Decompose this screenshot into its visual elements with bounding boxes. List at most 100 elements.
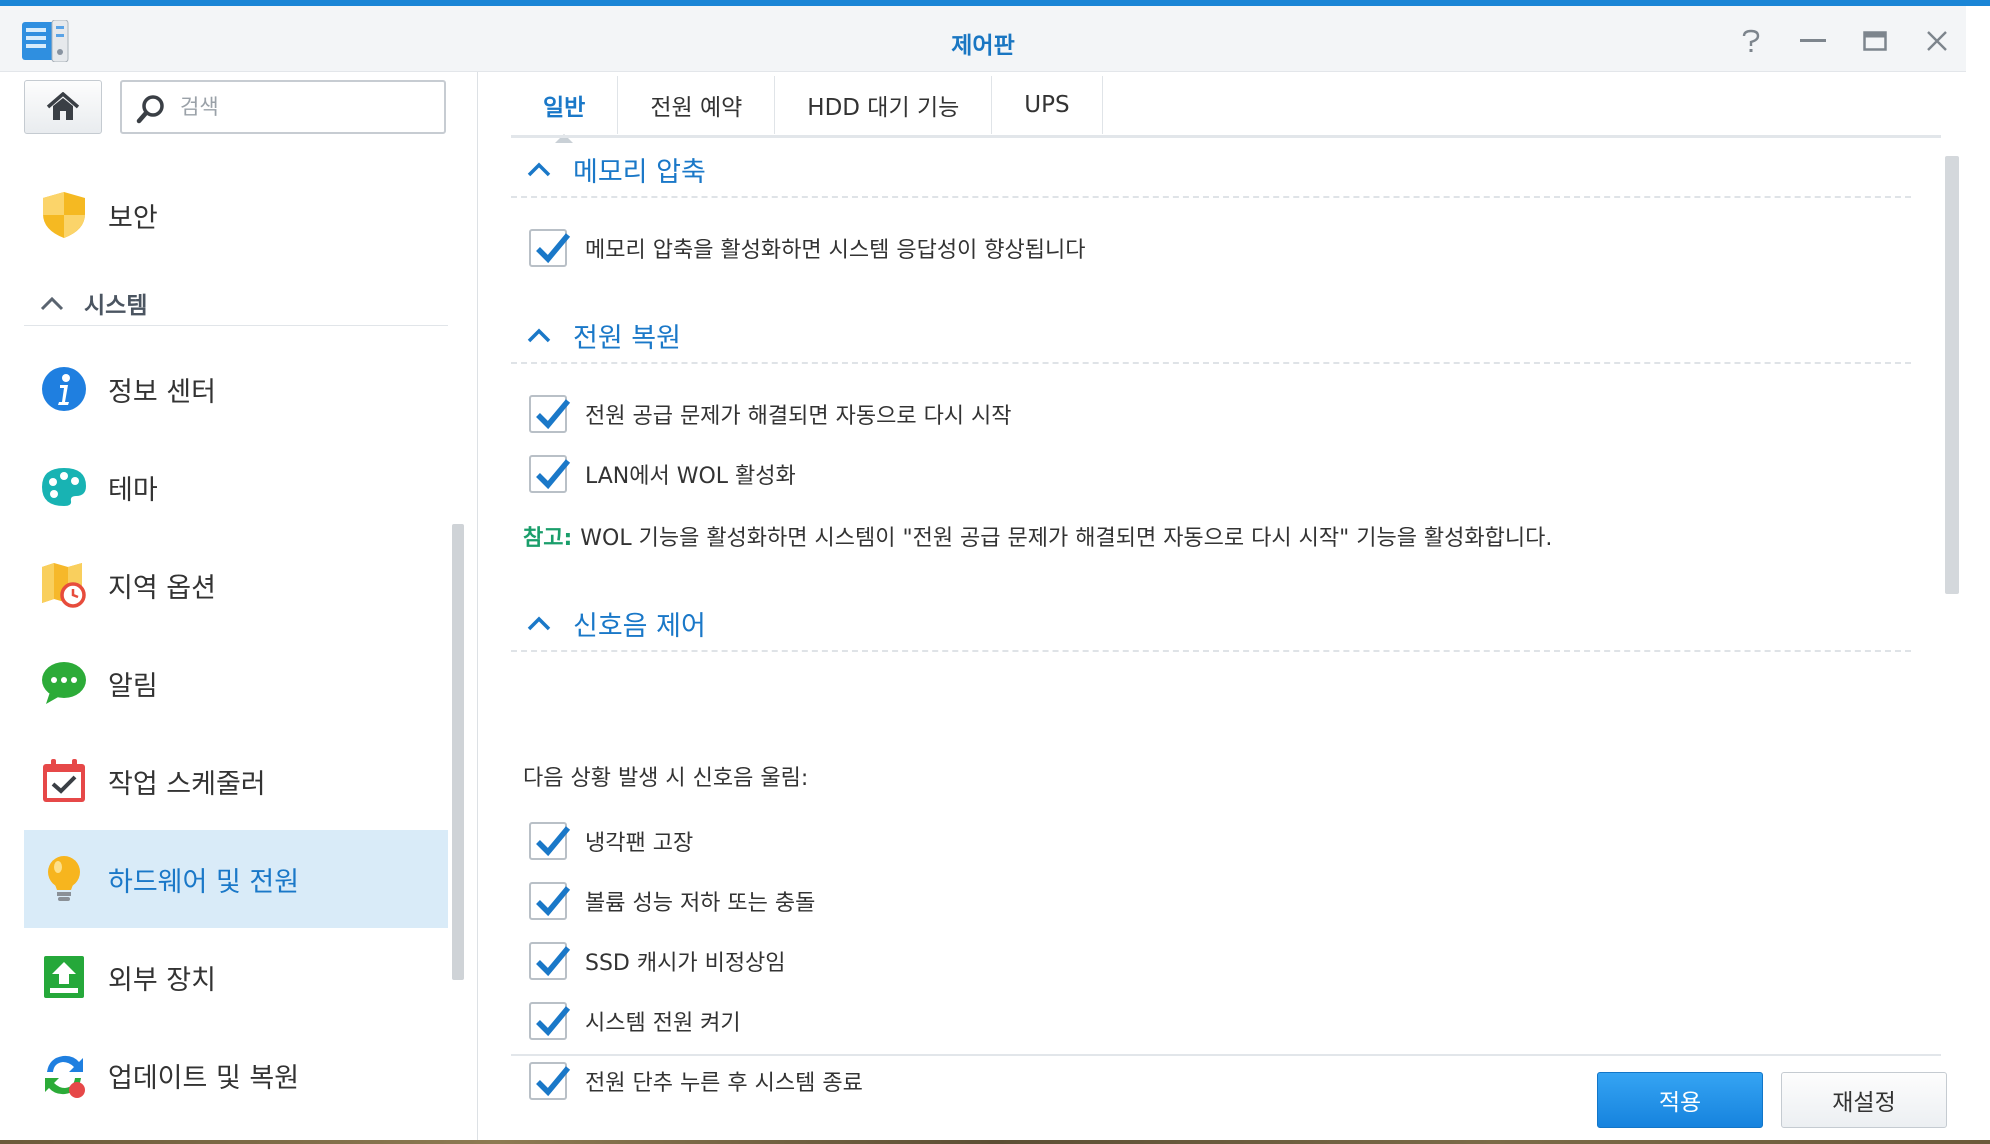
option-label: 메모리 압축을 활성화하면 시스템 응답성이 향상됩니다 — [585, 238, 1086, 263]
desktop-background-bottom — [0, 1140, 1990, 1144]
chevron-up-icon — [527, 327, 557, 343]
refresh-icon — [38, 1049, 90, 1101]
tab-hdd-hibernation[interactable]: HDD 대기 기능 — [775, 76, 993, 134]
option-label: 냉각팬 고장 — [585, 831, 694, 856]
option-label: 전원 공급 문제가 해결되면 자동으로 다시 시작 — [585, 404, 1012, 429]
close-icon[interactable] — [1920, 24, 1954, 58]
section-title: 신호음 제어 — [573, 610, 706, 642]
sidebar-item-label: 지역 옵션 — [108, 572, 216, 604]
checkmark-icon — [536, 946, 571, 977]
content-scrollbar[interactable] — [1945, 156, 1959, 594]
fan-failure-option[interactable]: 냉각팬 고장 — [529, 819, 693, 863]
sidebar-item-label: 보안 — [108, 202, 158, 234]
tab-ups[interactable]: UPS — [992, 76, 1103, 134]
section-title: 메모리 압축 — [573, 156, 706, 188]
checkbox[interactable] — [529, 942, 571, 980]
reset-button[interactable]: 재설정 — [1781, 1072, 1947, 1128]
checkbox[interactable] — [529, 229, 571, 267]
sidebar-section-label: 시스템 — [84, 292, 148, 319]
sidebar-item-hardware-power[interactable]: 하드웨어 및 전원 — [24, 830, 448, 928]
search-box[interactable] — [120, 80, 446, 134]
note-text: WOL 기능을 활성화하면 시스템이 "전원 공급 문제가 해결되면 자동으로 … — [580, 526, 1553, 551]
sidebar-item-external-devices[interactable]: 외부 장치 — [24, 928, 448, 1026]
main-panel: 일반 전원 예약 HDD 대기 기능 UPS 메모리 압축 메모리 압축을 활성… — [479, 72, 1966, 1140]
search-icon — [136, 94, 166, 128]
help-icon[interactable] — [1734, 24, 1768, 58]
search-input[interactable] — [180, 90, 430, 124]
sidebar-item-label: 외부 장치 — [108, 964, 216, 996]
window-title: 제어판 — [951, 33, 1015, 59]
sidebar-section-system[interactable]: 시스템 — [24, 280, 448, 326]
home-icon — [46, 92, 80, 120]
option-label: 볼륨 성능 저하 또는 충돌 — [585, 891, 816, 916]
calendar-check-icon — [38, 755, 90, 807]
shield-icon — [38, 189, 90, 241]
section-title: 전원 복원 — [573, 322, 681, 354]
minimize-icon[interactable] — [1796, 24, 1830, 58]
checkbox[interactable] — [529, 1002, 571, 1040]
sidebar-item-label: 알림 — [108, 670, 158, 702]
apply-button[interactable]: 적용 — [1597, 1072, 1763, 1128]
sidebar-item-task-scheduler[interactable]: 작업 스케줄러 — [24, 732, 448, 830]
sidebar-item-label: 하드웨어 및 전원 — [108, 866, 300, 898]
sidebar-item-regional-options[interactable]: 지역 옵션 — [24, 536, 448, 634]
sidebar-item-label: 업데이트 및 복원 — [108, 1062, 300, 1094]
chevron-up-icon — [527, 161, 557, 177]
ssd-cache-option[interactable]: SSD 캐시가 비정상임 — [529, 939, 786, 983]
option-label: SSD 캐시가 비정상임 — [585, 951, 786, 976]
section-beep-control[interactable]: 신호음 제어 — [511, 596, 1911, 652]
chat-bubble-icon — [38, 657, 90, 709]
sidebar-item-label: 작업 스케줄러 — [108, 768, 266, 800]
chevron-up-icon — [527, 615, 557, 631]
tab-bar: 일반 전원 예약 HDD 대기 기능 UPS — [511, 76, 1103, 143]
sidebar-item-label: 정보 센터 — [108, 376, 216, 408]
checkbox[interactable] — [529, 455, 571, 493]
option-label: LAN에서 WOL 활성화 — [585, 464, 796, 489]
tab-power-schedule[interactable]: 전원 예약 — [618, 76, 776, 134]
sidebar: 보안 시스템 정보 센터 테마 — [0, 72, 478, 1140]
note-key: 참고: — [523, 526, 573, 551]
checkbox[interactable] — [529, 882, 571, 920]
maximize-icon[interactable] — [1858, 24, 1892, 58]
checkmark-icon — [536, 1066, 571, 1097]
sidebar-item-info-center[interactable]: 정보 센터 — [24, 340, 448, 438]
control-panel-window: 제어판 검색 보안 시스템 정보 센터 테마 지역 옵션 알림 작업 스케줄러 … — [0, 0, 1990, 1140]
checkbox[interactable] — [529, 395, 571, 433]
wol-note: 참고: WOL 기능을 활성화하면 시스템이 "전원 공급 문제가 해결되면 자동… — [523, 520, 1552, 552]
footer-divider — [511, 1054, 1941, 1056]
memory-compression-option[interactable]: 메모리 압축을 활성화하면 시스템 응답성이 향상됩니다 — [529, 226, 1086, 270]
checkmark-icon — [536, 886, 571, 917]
sidebar-item-update-restore[interactable]: 업데이트 및 복원 — [24, 1026, 448, 1124]
option-label: 전원 단추 누른 후 시스템 종료 — [585, 1071, 863, 1096]
checkmark-icon — [536, 459, 571, 490]
sidebar-scrollbar[interactable] — [452, 524, 464, 980]
info-icon — [38, 363, 90, 415]
section-memory-compression[interactable]: 메모리 압축 — [511, 142, 1911, 198]
checkmark-icon — [536, 233, 571, 264]
power-on-option[interactable]: 시스템 전원 켜기 — [529, 999, 741, 1043]
checkmark-icon — [536, 399, 571, 430]
palette-icon — [38, 461, 90, 513]
auto-restart-option[interactable]: 전원 공급 문제가 해결되면 자동으로 다시 시작 — [529, 392, 1012, 436]
wol-option[interactable]: LAN에서 WOL 활성화 — [529, 452, 796, 496]
section-power-recovery[interactable]: 전원 복원 — [511, 308, 1911, 364]
checkbox[interactable] — [529, 1062, 571, 1100]
title-bar[interactable]: 제어판 — [0, 6, 1966, 72]
sidebar-item-theme[interactable]: 테마 — [24, 438, 448, 536]
power-button-shutdown-option[interactable]: 전원 단추 누른 후 시스템 종료 — [529, 1059, 863, 1103]
beep-intro: 다음 상황 발생 시 신호음 울림: — [523, 766, 809, 791]
settings-content: 메모리 압축 메모리 압축을 활성화하면 시스템 응답성이 향상됩니다 전원 복… — [511, 142, 1911, 1112]
option-label: 시스템 전원 켜기 — [585, 1011, 741, 1036]
volume-degraded-option[interactable]: 볼륨 성능 저하 또는 충돌 — [529, 879, 815, 923]
checkmark-icon — [536, 1006, 571, 1037]
tab-divider — [511, 135, 1941, 138]
tab-general[interactable]: 일반 — [511, 76, 619, 143]
chevron-up-icon — [40, 296, 64, 310]
sidebar-item-security[interactable]: 보안 — [24, 166, 448, 264]
lightbulb-icon — [38, 853, 90, 905]
sidebar-item-notification[interactable]: 알림 — [24, 634, 448, 732]
map-clock-icon — [38, 559, 90, 611]
home-button[interactable] — [24, 80, 102, 134]
checkmark-icon — [536, 826, 571, 857]
checkbox[interactable] — [529, 822, 571, 860]
